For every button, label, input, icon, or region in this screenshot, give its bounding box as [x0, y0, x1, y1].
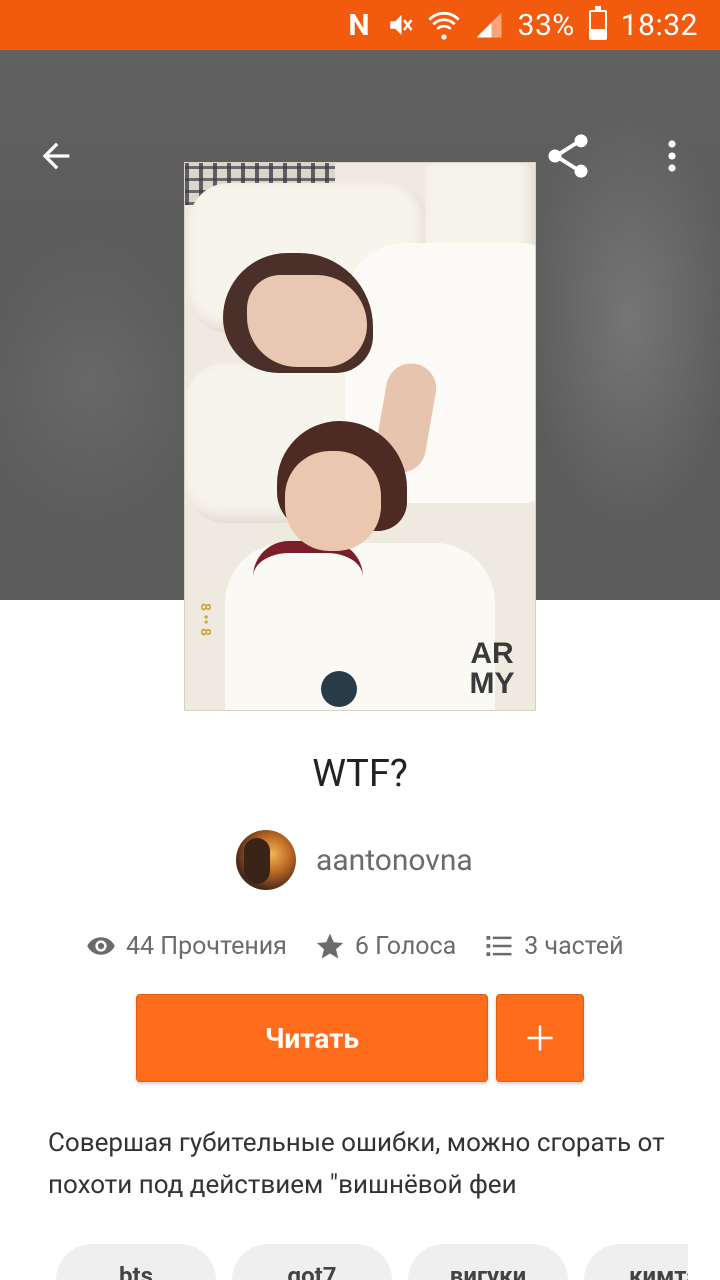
back-arrow-icon	[42, 142, 70, 170]
parts-count[interactable]: 3 частей	[524, 932, 623, 961]
tag-list: bts got7 вигуки кимтэ	[56, 1244, 688, 1280]
story-stats: 44 Прочтения 6 Голоса 3 частей	[86, 922, 624, 970]
battery-icon	[588, 6, 607, 40]
more-vert-icon	[668, 140, 676, 172]
author-name[interactable]: aantonovna	[316, 843, 473, 878]
nfc-icon: N	[348, 7, 370, 43]
tag-chip[interactable]: bts	[56, 1244, 216, 1280]
cover-side-text: 8 •• 8	[197, 603, 213, 637]
clock: 18:32	[620, 7, 698, 43]
parts-stat[interactable]: 3 частей	[484, 931, 624, 961]
eye-icon	[87, 937, 115, 955]
mute-icon	[384, 7, 414, 43]
tag-chip[interactable]: got7	[232, 1244, 392, 1280]
votes-stat: 6 Голоса	[315, 931, 456, 961]
more-options-button[interactable]	[644, 128, 700, 184]
avatar[interactable]	[236, 830, 296, 890]
tag-chip[interactable]: кимтэ	[584, 1244, 688, 1280]
star-icon	[316, 933, 344, 959]
story-cover[interactable]: 8 •• 8 AR MY	[184, 162, 536, 711]
battery-percent: 33%	[517, 7, 575, 43]
story-title: WTF?	[312, 752, 408, 796]
share-icon	[548, 134, 588, 178]
add-to-library-button[interactable]	[496, 994, 584, 1082]
story-description: Совершая губительные ошибки, можно сгора…	[48, 1128, 665, 1200]
reads-stat: 44 Прочтения	[86, 931, 287, 961]
read-button[interactable]: Читать	[136, 994, 488, 1082]
signal-icon	[474, 7, 504, 43]
votes-count: 6 Голоса	[354, 931, 457, 961]
back-button[interactable]	[28, 128, 84, 184]
tag-chip[interactable]: вигуки	[408, 1244, 568, 1280]
author-link[interactable]: aantonovna	[236, 830, 473, 890]
reads-count: 44 Прочтения	[126, 931, 287, 961]
plus-icon	[527, 1025, 553, 1051]
list-icon	[486, 936, 512, 956]
wifi-icon	[427, 7, 460, 43]
share-button[interactable]	[540, 128, 596, 184]
status-bar: N 33% 18:32	[0, 0, 720, 50]
army-logo: AR MY	[469, 637, 515, 700]
